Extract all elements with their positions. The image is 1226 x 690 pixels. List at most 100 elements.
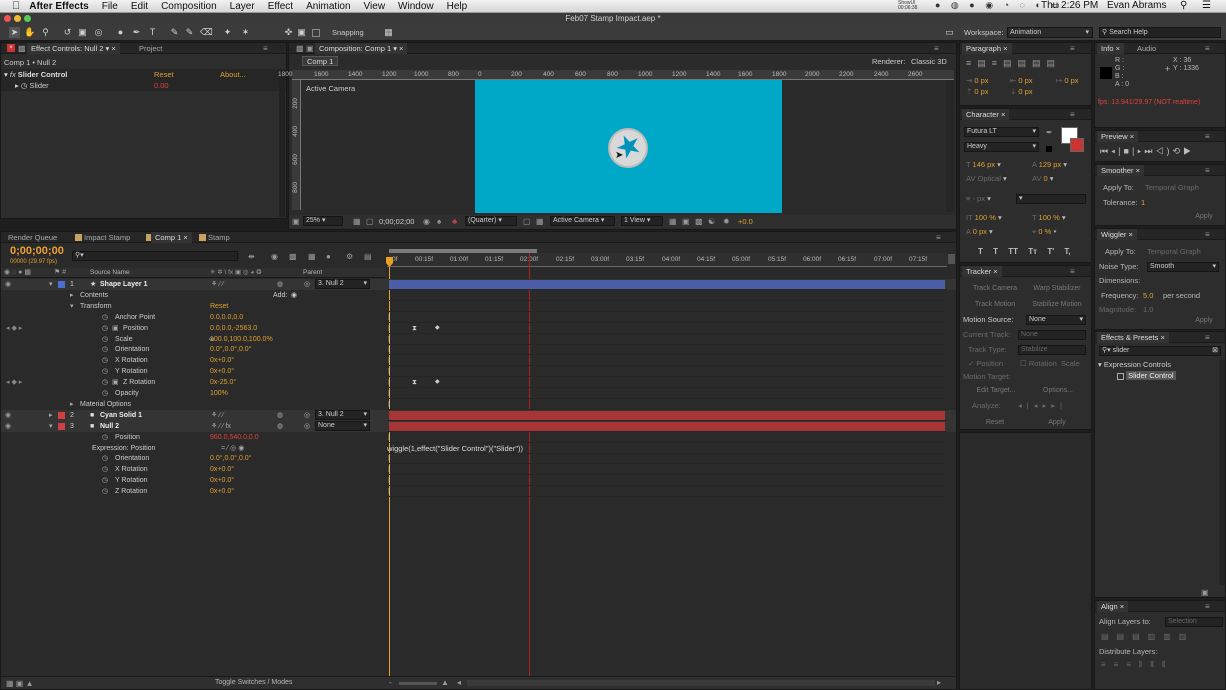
zoom-slider[interactable] [399,682,437,685]
add-content-icon[interactable]: ◉ [291,290,297,301]
align-buttons[interactable]: ≡▤≡▤▤▤▤ [966,58,1061,69]
expression-switches[interactable]: = ⁄ ◎ ◉ [221,443,244,454]
property-value[interactable]: 100% [210,388,228,399]
layer-search-field[interactable]: ⚲▾ [72,251,238,261]
slider-value[interactable]: 0.00 [154,80,169,91]
track-area[interactable]: I [387,453,947,465]
safe-zones-icon[interactable]: ▦ [353,217,361,226]
panel-menu-icon[interactable]: ≡ [936,233,941,242]
constrain-link-icon[interactable]: ∞ [209,334,214,345]
zoom-in-icon[interactable]: ▲ [441,678,449,687]
space-after[interactable]: ⇣ 0 px [1010,87,1033,97]
transparency-grid-icon[interactable]: ▦ [536,217,544,226]
leading[interactable]: A 129 px ▾ [1032,160,1067,170]
first-frame-icon[interactable]: ⏮ [1100,146,1111,156]
zoom-select[interactable]: 25% ▾ [303,216,343,226]
effects-search-field[interactable]: ⚲▾ slider ⊠ [1099,346,1221,356]
track-type-select[interactable]: Stabilize [1018,345,1086,355]
toggle-switches-modes[interactable]: Toggle Switches / Modes [215,678,292,688]
parent-header[interactable]: Parent [303,268,322,278]
tab-character[interactable]: Character × [962,109,1010,120]
panel-menu-icon[interactable]: ≡ [1205,230,1210,239]
3d-layer-icon[interactable]: ◍ [277,421,283,432]
clock[interactable]: Thu 2:26 PM [1041,0,1098,11]
prev-frame-icon[interactable]: ◂| [1111,146,1123,156]
frequency-value[interactable]: 5.0 [1143,291,1153,301]
warp-stabilizer-button[interactable]: Warp Stabilizer [1026,284,1088,294]
panel-menu-icon[interactable]: ≡ [1205,132,1210,141]
options-button[interactable]: Options... [1030,386,1086,396]
menu-help[interactable]: Help [447,1,468,12]
track-area[interactable]: I [387,432,947,443]
panel-menu-icon[interactable]: ≡ [1205,166,1210,175]
track-area[interactable] [387,279,947,290]
zoom-out-icon[interactable]: - [389,678,392,687]
orbit-camera-icon[interactable]: ▣ [77,27,88,38]
tab-align[interactable]: Align × [1097,601,1129,612]
tsume[interactable]: ⌖ 0 % ▾ [1032,227,1056,237]
track-area[interactable]: I [387,399,947,410]
smoother-apply-button[interactable]: Apply [1189,212,1219,222]
property-value[interactable]: 960.0,540.0,0.0 [210,432,259,443]
tab-paragraph[interactable]: Paragraph × [962,43,1012,54]
wiggler-apply-button[interactable]: Apply [1189,316,1219,326]
toggle-mask-icon[interactable]: ▢ [366,217,374,226]
world-axis-icon[interactable]: ▣ [296,27,307,38]
tracker-apply-button[interactable]: Apply [1032,418,1082,428]
ram-preview-icon[interactable]: ▶ [1183,146,1194,156]
new-folder-icon[interactable]: ▣ [1201,588,1209,597]
label-color-swatch[interactable] [58,281,65,288]
align-buttons[interactable]: ▤▤▤▥▥▥ [1101,632,1194,641]
track-area[interactable]: I [387,464,947,476]
property-row[interactable]: ▸ Contents Add: ◉ [1,290,956,301]
stroke-width[interactable]: ≡ - px ▾ [966,194,991,204]
slider-control-item[interactable]: Slider Control [1117,371,1176,381]
timeline-current-time[interactable]: 0;00;00;00 [10,246,64,257]
property-value[interactable]: 0.0°,0.0°,0.0° [210,344,251,355]
stopwatch-icon[interactable]: ◷ [102,475,108,486]
parent-pickwhip-icon[interactable]: ◎ [304,421,310,432]
horizontal-scale[interactable]: T 100 % ▾ [1032,213,1066,223]
camera-select[interactable]: Active Camera ▾ [550,216,615,226]
clear-search-icon[interactable]: ⊠ [1212,347,1218,355]
tab-audio[interactable]: Audio [1133,43,1160,54]
track-area[interactable]: I ⧗ ◆ [387,323,947,334]
pen-tool-icon[interactable]: ✒ [131,27,142,38]
menu-file[interactable]: File [102,1,118,12]
layer-row[interactable]: ◉ ▾ 3 ■ Null 2 ⚘ ⁄ ⁄ fx ◍ ◎ None ▾ [1,420,956,432]
rotation-checkbox[interactable]: ☐ Rotation [1020,359,1057,369]
faux-italic-button[interactable]: T [993,247,998,256]
current-track-select[interactable]: None [1018,330,1086,340]
track-area[interactable]: I [387,475,947,487]
brainstorm-icon[interactable]: ⚙ [346,252,353,261]
flowchart-icon[interactable]: ☯ [708,217,715,226]
wiggler-apply-to-value[interactable]: Temporal Graph [1147,247,1201,257]
close-tab-icon[interactable]: × [7,44,15,52]
parent-select[interactable]: 3. Null 2 ▾ [315,279,370,289]
tracker-reset-button[interactable]: Reset [970,418,1020,428]
tab-impact-stamp[interactable]: Impact Stamp [80,232,134,243]
track-area[interactable]: wiggle(1,effect("Slider Control")("Slide… [387,443,947,454]
user-menu[interactable]: Evan Abrams [1107,0,1166,11]
scale-checkbox[interactable]: Scale [1061,359,1080,369]
layer-duration-bar[interactable] [389,280,945,289]
layer-switches[interactable]: ⚘ ⁄ ⁄ [211,279,224,290]
view-layout-select[interactable]: 1 View ▾ [621,216,663,226]
puppet-tool-icon[interactable]: ✶ [240,27,251,38]
effect-row[interactable]: ▾ fx Slider Control [4,69,67,80]
layer-switches[interactable]: ⚘ ⁄ ⁄ [211,410,224,421]
track-area[interactable]: I [387,344,947,356]
stopwatch-icon[interactable]: ◷ [102,355,108,366]
kerning[interactable]: AV Optical ▾ [966,174,1007,184]
label-color-swatch[interactable] [58,411,65,419]
type-tool-icon[interactable]: T [147,27,158,38]
layer-row[interactable]: ◉ ▾ 1 ★ Shape Layer 1 ⚘ ⁄ ⁄ ◍ ◎ 3. Null 2 ▾ [1,279,956,290]
stopwatch-icon[interactable]: ◷ [102,486,108,497]
tab-info[interactable]: Info × [1097,43,1124,54]
comp-flowchart-tab[interactable]: Comp 1 [302,56,339,66]
parent-select[interactable]: 3. Null 2 ▾ [315,409,370,420]
selection-tool-icon[interactable]: ➤ [9,27,20,38]
effect-about-link[interactable]: About... [220,69,246,80]
panel-menu-icon[interactable]: ≡ [263,44,268,53]
expand-triangle-icon[interactable]: ▾ [49,421,53,432]
